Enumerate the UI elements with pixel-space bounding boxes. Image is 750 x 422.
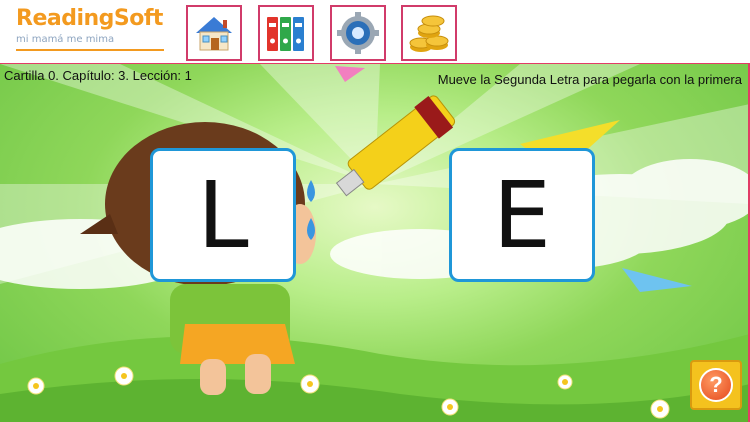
second-letter: E	[492, 162, 552, 269]
question-mark-icon: ?	[699, 368, 733, 402]
second-letter-card[interactable]: E	[449, 148, 595, 282]
brand-underline	[16, 49, 164, 51]
house-icon	[196, 17, 232, 51]
top-bar: ReadingSoft mi mamá me mima	[0, 0, 750, 62]
brand-subtitle: mi mamá me mima	[16, 34, 115, 45]
first-letter-card: L	[150, 148, 296, 282]
settings-button[interactable]	[330, 5, 386, 61]
lesson-stage: Cartilla 0. Capítulo: 3. Lección: 1 Muev…	[0, 64, 750, 422]
coins-button[interactable]	[401, 5, 457, 61]
background-illustration	[0, 64, 750, 422]
lesson-info: Cartilla 0. Capítulo: 3. Lección: 1	[4, 68, 192, 83]
binders-button[interactable]	[258, 5, 314, 61]
binders-icon	[267, 17, 304, 51]
gear-icon	[337, 12, 379, 54]
brand-title: ReadingSoft	[16, 6, 163, 31]
instruction-text: Mueve la Segunda Letra para pegarla con …	[437, 72, 742, 87]
blue-paper-plane	[622, 268, 692, 292]
brand-logo: ReadingSoft mi mamá me mima	[16, 6, 166, 51]
help-button[interactable]: ?	[690, 360, 742, 410]
first-letter: L	[197, 162, 249, 269]
coins-icon	[409, 15, 449, 52]
home-button[interactable]	[186, 5, 242, 61]
